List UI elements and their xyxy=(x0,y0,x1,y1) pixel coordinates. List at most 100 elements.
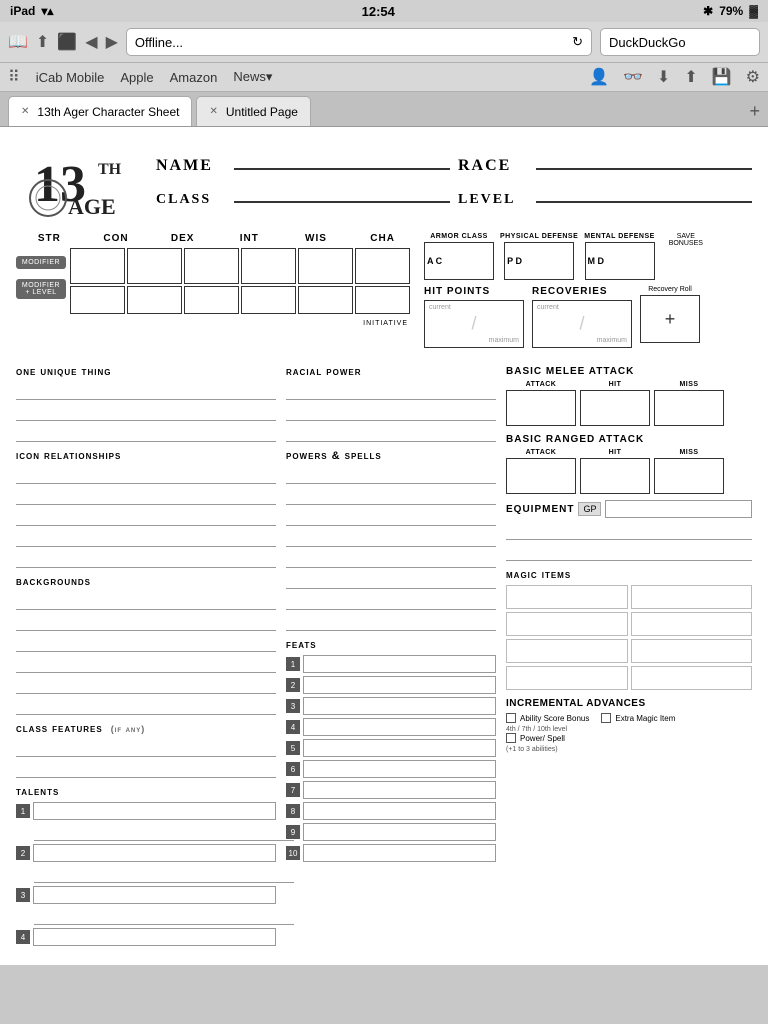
unique-line-2[interactable] xyxy=(16,403,276,421)
tab-character-sheet[interactable]: ✕ 13th Ager Character Sheet xyxy=(8,96,192,126)
racial-line-3[interactable] xyxy=(286,424,496,442)
nav-news[interactable]: News▾ xyxy=(233,69,272,85)
feat-input-7[interactable] xyxy=(303,781,496,799)
icon-line-3[interactable] xyxy=(16,508,276,526)
ps-line-5[interactable] xyxy=(286,550,496,568)
save-icon[interactable]: 💾 xyxy=(712,67,732,87)
level-field[interactable] xyxy=(536,183,752,203)
cf-line-1[interactable] xyxy=(16,739,276,757)
class-field[interactable] xyxy=(234,183,450,203)
ac-input[interactable]: A C xyxy=(424,242,494,280)
back-icon[interactable]: ◀ xyxy=(85,32,97,52)
feat-input-8[interactable] xyxy=(303,802,496,820)
bg-line-3[interactable] xyxy=(16,634,276,652)
new-tab-button[interactable]: + xyxy=(749,102,760,120)
talent-input-3[interactable] xyxy=(33,886,276,904)
pd-input[interactable]: P D xyxy=(504,242,574,280)
ps-line-1[interactable] xyxy=(286,466,496,484)
forward-icon[interactable]: ▶ xyxy=(106,32,118,52)
ability-score-checkbox[interactable] xyxy=(506,713,516,723)
int-score[interactable] xyxy=(241,248,296,284)
apps-icon[interactable]: ⠿ xyxy=(8,67,20,87)
ps-line-3[interactable] xyxy=(286,508,496,526)
melee-attack-input[interactable] xyxy=(506,390,576,426)
magic-item-3[interactable] xyxy=(506,612,628,636)
feat-input-9[interactable] xyxy=(303,823,496,841)
feat-input-3[interactable] xyxy=(303,697,496,715)
upload-icon[interactable]: ⬆ xyxy=(684,67,697,87)
feat-input-10[interactable] xyxy=(303,844,496,862)
icon-line-5[interactable] xyxy=(16,550,276,568)
wis-mod[interactable] xyxy=(298,286,353,314)
racial-line-2[interactable] xyxy=(286,403,496,421)
unique-line-3[interactable] xyxy=(16,424,276,442)
icon-line-2[interactable] xyxy=(16,487,276,505)
talent-sub-1[interactable] xyxy=(34,823,294,841)
extra-magic-item-checkbox[interactable] xyxy=(601,713,611,723)
bg-line-1[interactable] xyxy=(16,592,276,610)
ps-line-4[interactable] xyxy=(286,529,496,547)
ps-line-7[interactable] xyxy=(286,592,496,610)
cha-score[interactable] xyxy=(355,248,410,284)
ranged-attack-input[interactable] xyxy=(506,458,576,494)
equip-line-2[interactable] xyxy=(506,543,752,561)
magic-item-6[interactable] xyxy=(631,639,753,663)
melee-hit-input[interactable] xyxy=(580,390,650,426)
download-icon[interactable]: ⬇ xyxy=(657,67,670,87)
cha-mod-initiative[interactable] xyxy=(355,286,410,314)
nav-apple[interactable]: Apple xyxy=(120,70,153,85)
dex-mod[interactable] xyxy=(184,286,239,314)
feat-input-5[interactable] xyxy=(303,739,496,757)
book-icon[interactable]: 📖 xyxy=(8,32,28,52)
md-input[interactable]: M D xyxy=(585,242,655,280)
feat-input-1[interactable] xyxy=(303,655,496,673)
name-field[interactable] xyxy=(234,150,450,170)
search-bar[interactable]: DuckDuckGo xyxy=(600,28,760,56)
icon-line-4[interactable] xyxy=(16,529,276,547)
int-mod[interactable] xyxy=(241,286,296,314)
share-icon[interactable]: ⬆ xyxy=(36,32,49,52)
ranged-miss-input[interactable] xyxy=(654,458,724,494)
talent-input-1[interactable] xyxy=(33,802,276,820)
racial-line-1[interactable] xyxy=(286,382,496,400)
wis-score[interactable] xyxy=(298,248,353,284)
ps-line-2[interactable] xyxy=(286,487,496,505)
ps-line-8[interactable] xyxy=(286,613,496,631)
con-mod[interactable] xyxy=(127,286,182,314)
talent-sub-2[interactable] xyxy=(34,865,294,883)
tab1-close[interactable]: ✕ xyxy=(21,106,29,117)
feat-input-6[interactable] xyxy=(303,760,496,778)
talent-input-4[interactable] xyxy=(33,928,276,946)
ps-line-6[interactable] xyxy=(286,571,496,589)
ranged-hit-input[interactable] xyxy=(580,458,650,494)
reload-icon[interactable]: ↻ xyxy=(572,34,583,50)
equip-line-1[interactable] xyxy=(506,522,752,540)
tab-untitled[interactable]: ✕ Untitled Page xyxy=(196,96,310,126)
nav-amazon[interactable]: Amazon xyxy=(170,70,218,85)
feat-input-4[interactable] xyxy=(303,718,496,736)
feat-input-2[interactable] xyxy=(303,676,496,694)
unique-line-1[interactable] xyxy=(16,382,276,400)
magic-item-7[interactable] xyxy=(506,666,628,690)
magic-item-4[interactable] xyxy=(631,612,753,636)
person-icon[interactable]: 👤 xyxy=(589,67,609,87)
magic-item-1[interactable] xyxy=(506,585,628,609)
talent-input-2[interactable] xyxy=(33,844,276,862)
recoveries-input[interactable]: current / maximum xyxy=(532,300,632,348)
bg-line-6[interactable] xyxy=(16,697,276,715)
tab2-close[interactable]: ✕ xyxy=(209,106,217,117)
con-score[interactable] xyxy=(127,248,182,284)
dex-score[interactable] xyxy=(184,248,239,284)
race-field[interactable] xyxy=(536,150,752,170)
tabs-icon[interactable]: ⬛ xyxy=(57,32,77,52)
magic-item-8[interactable] xyxy=(631,666,753,690)
bg-line-2[interactable] xyxy=(16,613,276,631)
nav-icab[interactable]: iCab Mobile xyxy=(36,70,105,85)
hp-input[interactable]: current / maximum xyxy=(424,300,524,348)
str-score[interactable] xyxy=(70,248,125,284)
cf-line-2[interactable] xyxy=(16,760,276,778)
talent-sub-3[interactable] xyxy=(34,907,294,925)
url-bar[interactable]: Offline... ↻ xyxy=(126,28,592,56)
magic-item-2[interactable] xyxy=(631,585,753,609)
equipment-input[interactable] xyxy=(605,500,752,518)
